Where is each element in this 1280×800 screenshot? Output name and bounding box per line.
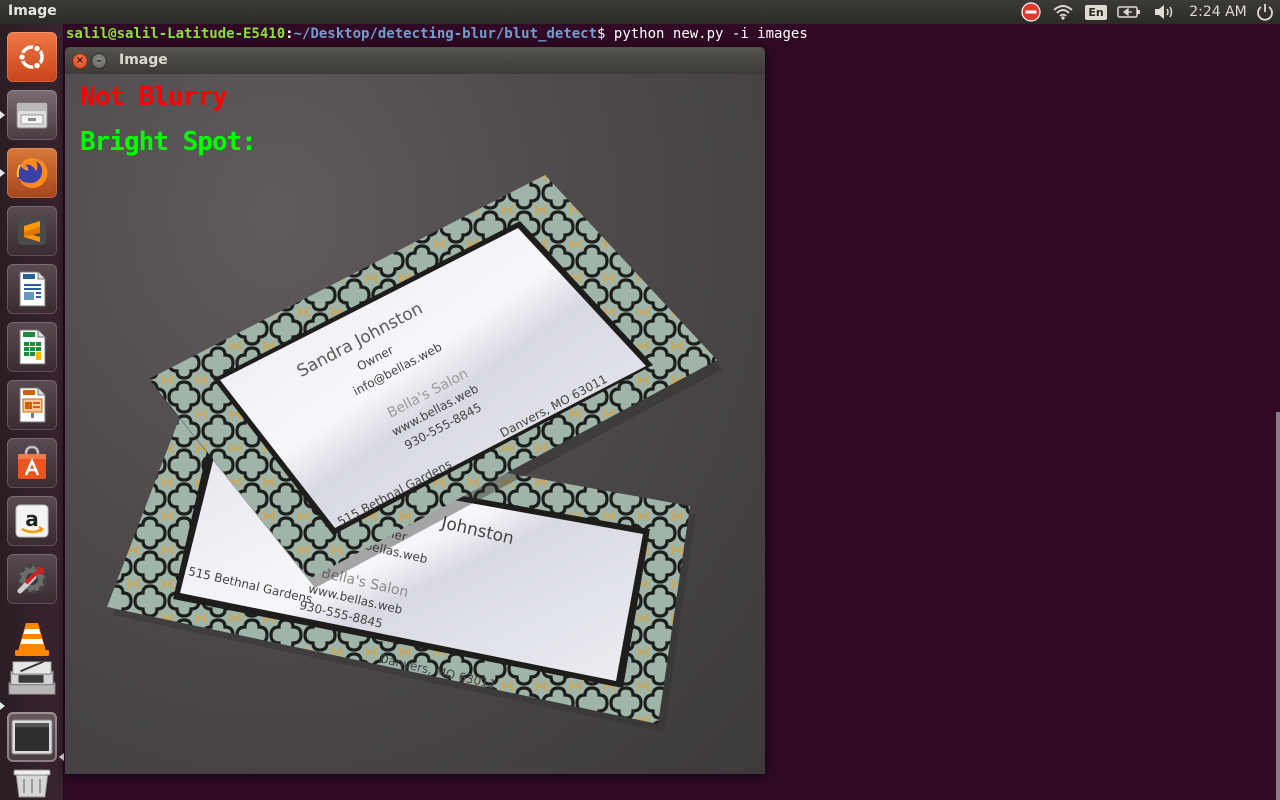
clock[interactable]: 2:24 AM	[1188, 0, 1248, 24]
terminal-window-icon[interactable]	[7, 712, 57, 762]
firefox-icon[interactable]	[7, 148, 57, 198]
top-panel: Image En 2:24 AM	[0, 0, 1280, 24]
libreoffice-impress-icon[interactable]	[7, 380, 57, 430]
prompt-user-host: salil@salil-Latitude-E5410	[66, 26, 286, 42]
business-card-photo: Johnston Owner s@bellas.web Bella's Salo…	[107, 175, 723, 732]
terminal-command: python new.py -i images	[605, 26, 808, 42]
window-title: Image	[119, 52, 168, 68]
launcher: a	[0, 24, 64, 800]
prompt-path: ~/Desktop/detecting-blur/blut_detect	[293, 26, 598, 42]
amazon-icon[interactable]: a	[7, 496, 57, 546]
active-window-title: Image	[8, 3, 57, 19]
image-canvas: Johnston Owner s@bellas.web Bella's Salo…	[65, 74, 765, 774]
files-icon[interactable]	[7, 90, 57, 140]
battery-icon[interactable]	[1116, 0, 1142, 24]
system-settings-icon[interactable]	[7, 554, 57, 604]
terminal-prompt-line[interactable]: salil@salil-Latitude-E5410:~/Desktop/det…	[66, 25, 808, 43]
prompt-separator: :	[285, 26, 294, 42]
minimize-button[interactable]: –	[91, 53, 107, 69]
language-indicator: En	[1085, 4, 1107, 20]
terminal-scrollbar[interactable]	[1276, 412, 1280, 800]
sublime-text-icon[interactable]	[7, 206, 57, 256]
power-icon[interactable]	[1254, 0, 1276, 24]
keyboard-language-icon[interactable]: En	[1085, 0, 1107, 24]
image-viewer-stack-icon[interactable]	[7, 656, 57, 698]
trash-icon[interactable]	[7, 766, 57, 800]
libreoffice-writer-icon[interactable]	[7, 264, 57, 314]
close-button[interactable]: ×	[72, 53, 88, 69]
ubuntu-software-icon[interactable]	[7, 438, 57, 488]
stop-icon[interactable]	[1020, 0, 1042, 24]
ubuntu-dash-icon[interactable]	[7, 32, 57, 82]
blur-status-label: Not Blurry	[80, 82, 228, 112]
libreoffice-calc-icon[interactable]	[7, 322, 57, 372]
bright-spot-label: Bright Spot:	[80, 127, 257, 157]
wifi-icon[interactable]	[1052, 0, 1074, 24]
window-titlebar[interactable]: × – Image	[65, 47, 765, 74]
volume-icon[interactable]	[1152, 0, 1176, 24]
svg-text:a: a	[25, 507, 39, 531]
image-window: × – Image Johnston s@bellas.web Bella's …	[65, 47, 765, 774]
